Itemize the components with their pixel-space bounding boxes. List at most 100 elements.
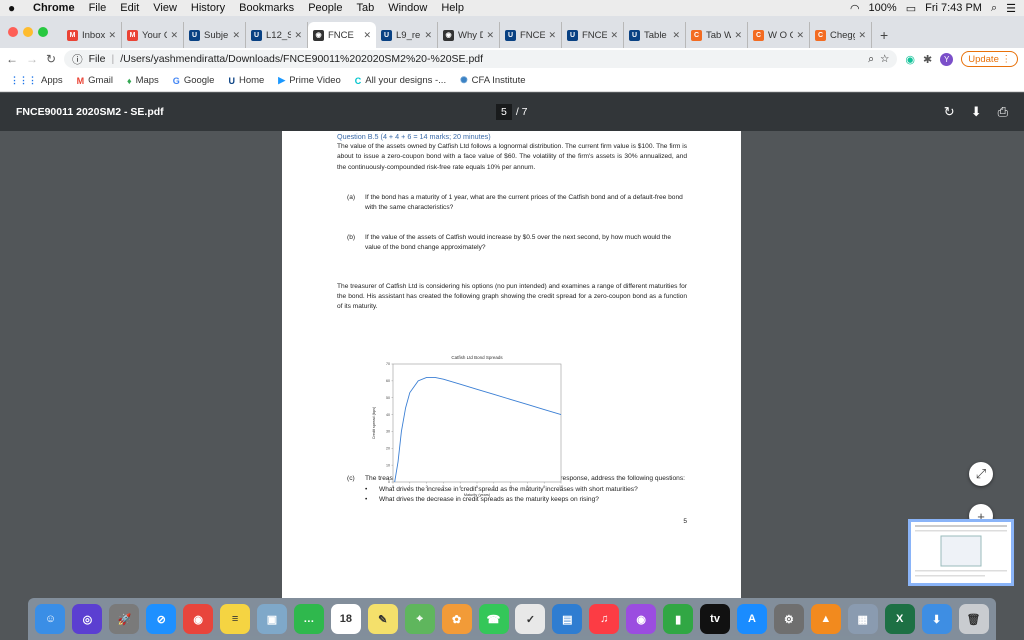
extensions-puzzle-icon[interactable]: ✱	[923, 53, 932, 66]
back-icon[interactable]: ←	[6, 52, 18, 66]
menu-item-chrome[interactable]: Chrome	[26, 2, 82, 14]
download-icon[interactable]: ⬇	[971, 104, 982, 120]
tab-close-icon[interactable]: ✕	[294, 30, 302, 41]
close-window-button[interactable]	[8, 27, 18, 37]
tab-1[interactable]: M Your C✕	[122, 22, 184, 48]
print-icon[interactable]: ⎙	[998, 104, 1008, 120]
tab-close-icon[interactable]: ✕	[486, 30, 494, 41]
dock-notes-icon[interactable]: ≡	[220, 604, 251, 634]
dock-downloads-icon[interactable]: ⬇	[921, 604, 952, 634]
tab-3[interactable]: U L12_S ✕	[246, 22, 308, 48]
page-thumbnail[interactable]	[908, 519, 1014, 586]
tab-close-icon[interactable]: ✕	[170, 30, 178, 41]
tab-close-icon[interactable]: ✕	[232, 30, 240, 41]
menu-item-history[interactable]: History	[184, 2, 232, 14]
dock-launchpad-icon[interactable]: 🚀	[109, 604, 140, 634]
tab-9[interactable]: U Table ✕	[624, 22, 686, 48]
spotlight-icon[interactable]: ⌕	[991, 2, 997, 15]
fit-page-button[interactable]: ⤢	[969, 462, 993, 486]
dock-chrome-icon[interactable]: ◉	[183, 604, 214, 634]
dock-messages-icon[interactable]: …	[293, 604, 324, 634]
tab-close-icon[interactable]: ✕	[734, 30, 742, 41]
dock-reminders-icon[interactable]: ✓	[515, 604, 546, 634]
url-text[interactable]: /Users/yashmendiratta/Downloads/FNCE9001…	[120, 53, 862, 65]
bookmark-6[interactable]: C All your designs -...	[355, 75, 446, 86]
profile-avatar[interactable]: Y	[940, 52, 954, 66]
tab-close-icon[interactable]: ✕	[610, 30, 618, 41]
dock-photos-icon[interactable]: ✿	[441, 604, 472, 634]
menu-item-tab[interactable]: Tab	[349, 2, 381, 14]
menu-item-view[interactable]: View	[146, 2, 184, 14]
part-a-label: (a)	[347, 193, 356, 201]
dock-tv-icon[interactable]: tv	[700, 604, 731, 634]
menu-item-file[interactable]: File	[82, 2, 114, 14]
tab-6[interactable]: ◉ Why D✕	[438, 22, 500, 48]
tab-5[interactable]: U L9_re ✕	[376, 22, 438, 48]
dock-music-icon[interactable]: ♫	[589, 604, 620, 634]
dock-numbers-icon[interactable]: ▮	[663, 604, 694, 634]
menu-item-window[interactable]: Window	[381, 2, 434, 14]
menu-item-bookmarks[interactable]: Bookmarks	[232, 2, 301, 14]
dock-calendar-icon[interactable]: 18	[330, 604, 361, 634]
dock-textedit-icon[interactable]: ✎	[367, 604, 398, 634]
tab-close-icon[interactable]: ✕	[424, 30, 432, 41]
bookmark-2[interactable]: ♦ Maps	[127, 75, 159, 86]
tab-7[interactable]: U FNCE ✕	[500, 22, 562, 48]
tab-8[interactable]: U FNCE ✕	[562, 22, 624, 48]
menu-item-people[interactable]: People	[301, 2, 349, 14]
dock-image-capture-icon[interactable]: ▦	[847, 604, 878, 634]
bookmark-5[interactable]: ▶ Prime Video	[278, 75, 341, 86]
tab-label: L12_S	[266, 29, 292, 41]
clock[interactable]: Fri 7:43 PM	[925, 2, 982, 14]
tab-10[interactable]: C Tab W ✕	[686, 22, 748, 48]
bookmark-star-icon[interactable]: ☆	[880, 53, 889, 65]
tab-close-icon[interactable]: ✕	[108, 30, 116, 41]
bookmark-7[interactable]: ✺ CFA Institute	[460, 75, 525, 86]
address-bar[interactable]: ⓘ File | /Users/yashmendiratta/Downloads…	[64, 50, 898, 68]
wifi-icon[interactable]: ◠	[850, 2, 860, 15]
minimize-window-button[interactable]	[23, 27, 33, 37]
bookmark-3[interactable]: G Google	[173, 75, 215, 86]
dock-app-store-icon[interactable]: A	[736, 604, 767, 634]
bookmark-1[interactable]: M Gmail	[77, 75, 113, 86]
tab-close-icon[interactable]: ✕	[548, 30, 556, 41]
dock-keynote-icon[interactable]: ▤	[552, 604, 583, 634]
dock-vlc-icon[interactable]: ▲	[810, 604, 841, 634]
new-tab-button[interactable]: +	[872, 22, 896, 48]
dock-safari-icon[interactable]: ⊘	[146, 604, 177, 634]
zoom-window-button[interactable]	[38, 27, 48, 37]
dock-finder-icon[interactable]: ☺	[35, 604, 66, 634]
battery-icon[interactable]: ▭	[906, 2, 916, 15]
tab-close-icon[interactable]: ✕	[672, 30, 680, 41]
tab-close-icon[interactable]: ✕	[796, 30, 804, 41]
dock-facetime-icon[interactable]: ☎	[478, 604, 509, 634]
info-icon[interactable]: ⓘ	[72, 52, 83, 67]
dock-preview-icon[interactable]: ▣	[256, 604, 287, 634]
dock-siri-icon[interactable]: ◎	[72, 604, 103, 634]
notification-center-icon[interactable]: ☰	[1006, 2, 1016, 15]
tab-12[interactable]: C Chegg ✕	[810, 22, 872, 48]
reload-icon[interactable]: ↻	[46, 52, 56, 66]
menu-item-help[interactable]: Help	[434, 2, 471, 14]
update-button[interactable]: Update ⋮	[961, 51, 1018, 67]
bookmark-4[interactable]: U Home	[228, 75, 264, 86]
rotate-icon[interactable]: ↻	[944, 104, 955, 120]
bookmark-0[interactable]: ⋮⋮⋮ Apps	[10, 75, 63, 86]
tab-2[interactable]: U Subje ✕	[184, 22, 246, 48]
tab-close-icon[interactable]: ✕	[363, 30, 371, 41]
current-page-input[interactable]: 5	[496, 104, 512, 120]
dock-maps-icon[interactable]: ⌖	[404, 604, 435, 634]
apple-icon[interactable]: ●	[8, 1, 26, 15]
forward-icon[interactable]: →	[26, 52, 38, 66]
dock-trash-icon[interactable]: 🗑	[958, 604, 989, 634]
tab-close-icon[interactable]: ✕	[858, 30, 866, 41]
tab-0[interactable]: M Inbox ✕	[62, 22, 122, 48]
grammarly-icon[interactable]: ◉	[905, 53, 915, 66]
menu-item-edit[interactable]: Edit	[113, 2, 146, 14]
tab-11[interactable]: C W O C✕	[748, 22, 810, 48]
dock-excel-icon[interactable]: X	[884, 604, 915, 634]
tab-4[interactable]: ◉ FNCE ✕	[308, 22, 376, 48]
dock-system-preferences-icon[interactable]: ⚙	[773, 604, 804, 634]
dock-podcasts-icon[interactable]: ◉	[626, 604, 657, 634]
zoom-icon[interactable]: ⌕	[868, 53, 874, 66]
